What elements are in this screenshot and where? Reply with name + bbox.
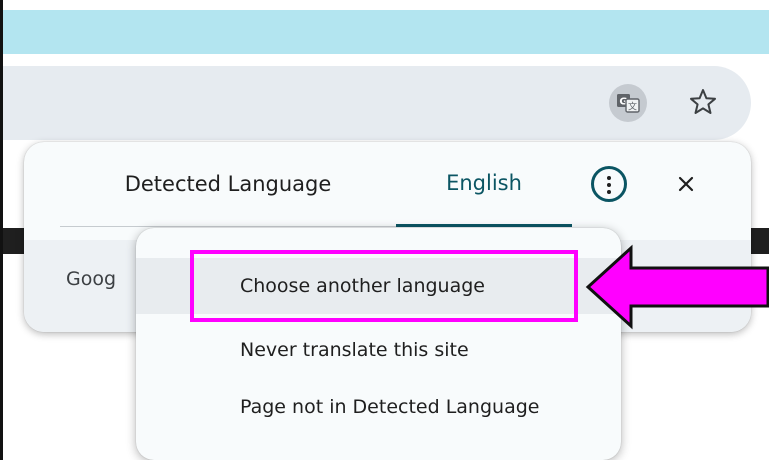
close-icon[interactable]	[670, 168, 702, 200]
more-options-icon[interactable]	[591, 166, 627, 202]
left-border	[0, 0, 3, 460]
options-menu: Choose another language Never translate …	[136, 228, 621, 460]
dot	[607, 190, 611, 194]
tab-detected-language[interactable]: Detected Language	[60, 142, 396, 227]
dot	[607, 176, 611, 180]
top-strip	[3, 0, 769, 10]
star-icon[interactable]	[688, 87, 718, 117]
tab-strip-banner	[3, 10, 769, 54]
menu-item-label: Never translate this site	[240, 339, 469, 361]
menu-item-label: Page not in Detected Language	[240, 396, 540, 418]
tab-english-label: English	[446, 171, 522, 195]
tab-english[interactable]: English	[396, 142, 572, 227]
menu-item-label: Choose another language	[240, 275, 485, 297]
footer-text: Goog	[66, 268, 117, 290]
menu-item-never-translate-site[interactable]: Never translate this site	[136, 322, 621, 378]
pointer-arrow-icon	[582, 244, 769, 330]
translate-icon[interactable]: G 文	[609, 84, 647, 122]
dot	[607, 183, 611, 187]
menu-item-choose-another-language[interactable]: Choose another language	[136, 258, 621, 314]
menu-item-page-not-in-detected-language[interactable]: Page not in Detected Language	[136, 379, 621, 435]
svg-text:文: 文	[628, 101, 637, 113]
tab-detected-language-label: Detected Language	[124, 172, 332, 196]
